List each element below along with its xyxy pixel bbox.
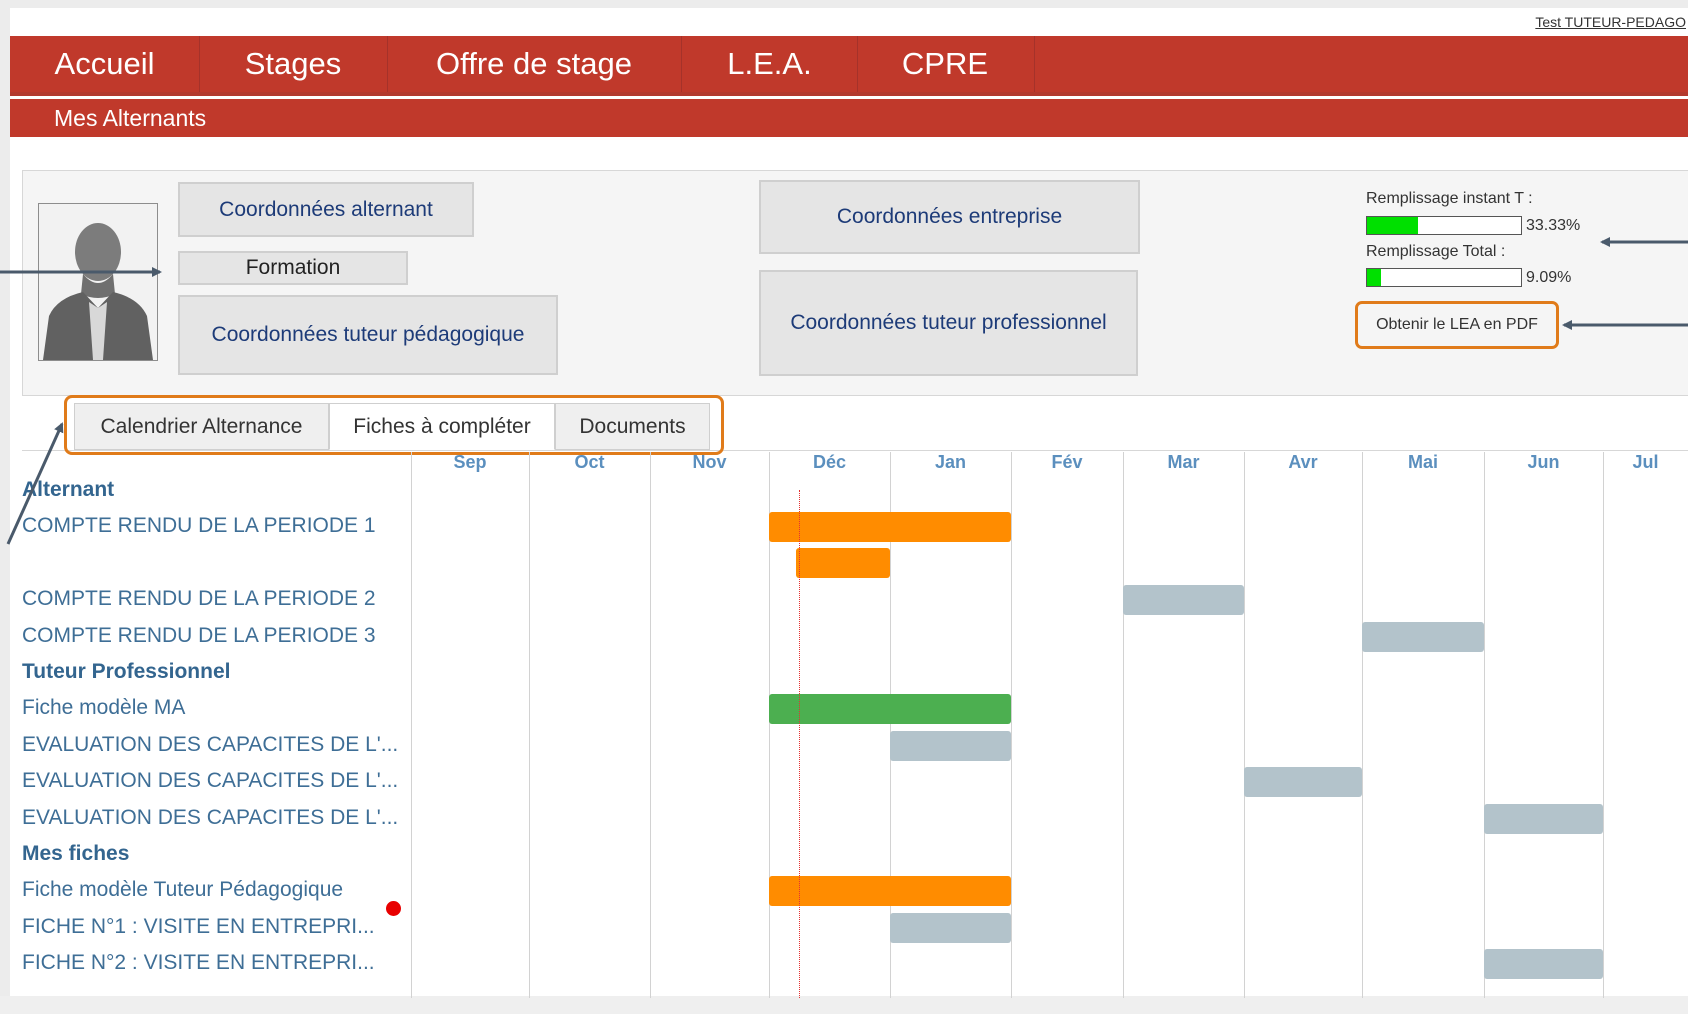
gantt-bar[interactable] bbox=[890, 731, 1011, 761]
month-label-10: Jul bbox=[1632, 452, 1659, 472]
tabs-highlight-outline bbox=[64, 395, 724, 455]
gantt-bar[interactable] bbox=[1484, 804, 1603, 834]
gantt-row-label[interactable]: Fiche modèle Tuteur Pédagogique bbox=[22, 878, 343, 902]
gantt-row-label[interactable]: COMPTE RENDU DE LA PERIODE 1 bbox=[22, 514, 376, 538]
remplissage-total-label: Remplissage Total : bbox=[1366, 243, 1506, 260]
month-gridline bbox=[1011, 452, 1012, 998]
gantt-row-label[interactable]: EVALUATION DES CAPACITES DE L'... bbox=[22, 806, 398, 830]
remplissage-instant-value: 33.33% bbox=[1526, 217, 1581, 234]
window-frame-top bbox=[0, 0, 1688, 8]
gantt-bar[interactable] bbox=[769, 876, 1011, 906]
month-gridline bbox=[411, 452, 412, 998]
nav-lea[interactable]: L.E.A. bbox=[681, 36, 858, 92]
month-label-5: Fév bbox=[1051, 452, 1083, 472]
gantt-bar[interactable] bbox=[796, 548, 890, 578]
month-label-3: Déc bbox=[812, 452, 847, 472]
month-gridline bbox=[650, 452, 651, 998]
gantt-row-label[interactable]: EVALUATION DES CAPACITES DE L'... bbox=[22, 733, 398, 757]
nav-accueil[interactable]: Accueil bbox=[10, 36, 200, 92]
gantt-row-label[interactable]: EVALUATION DES CAPACITES DE L'... bbox=[22, 769, 398, 793]
sub-nav: Mes Alternants bbox=[10, 99, 1688, 137]
gantt-row-label[interactable]: COMPTE RENDU DE LA PERIODE 2 bbox=[22, 587, 376, 611]
person-silhouette-icon bbox=[39, 204, 157, 360]
month-gridline bbox=[529, 452, 530, 998]
main-nav: Accueil Stages Offre de stage L.E.A. CPR… bbox=[10, 36, 1688, 96]
gantt-bar[interactable] bbox=[890, 913, 1011, 943]
gantt-section-header: Mes fiches bbox=[22, 842, 130, 865]
formation-button[interactable]: Formation bbox=[178, 251, 408, 285]
month-label-7: Avr bbox=[1288, 452, 1318, 472]
month-label-2: Nov bbox=[692, 452, 727, 472]
coordonnees-entreprise-button[interactable]: Coordonnées entreprise bbox=[759, 180, 1140, 254]
nav-offre-de-stage[interactable]: Offre de stage bbox=[387, 36, 682, 92]
month-label-0: Sep bbox=[453, 452, 487, 472]
avatar bbox=[38, 203, 158, 361]
gantt-bar[interactable] bbox=[769, 694, 1011, 724]
user-account-link[interactable]: Test TUTEUR-PEDAGO bbox=[1535, 14, 1686, 30]
coordonnees-tuteur-professionnel-button[interactable]: Coordonnées tuteur professionnel bbox=[759, 270, 1138, 376]
remplissage-instant-bar bbox=[1366, 216, 1522, 235]
month-gridline bbox=[1484, 452, 1485, 998]
month-gridline bbox=[1123, 452, 1124, 998]
month-label-4: Jan bbox=[934, 452, 967, 472]
pending-status-dot bbox=[386, 901, 401, 916]
nav-stages[interactable]: Stages bbox=[199, 36, 388, 92]
obtenir-lea-pdf-link[interactable]: Obtenir le LEA en PDF bbox=[1355, 301, 1559, 349]
month-label-8: Mai bbox=[1407, 452, 1438, 472]
gantt-row-label[interactable]: FICHE N°1 : VISITE EN ENTREPRI... bbox=[22, 915, 375, 939]
gantt-bar[interactable] bbox=[1484, 949, 1603, 979]
gantt-section-header: Alternant bbox=[22, 478, 115, 501]
remplissage-total-fill bbox=[1367, 269, 1381, 286]
gantt-row-label[interactable]: COMPTE RENDU DE LA PERIODE 3 bbox=[22, 624, 376, 648]
gantt-bar[interactable] bbox=[1123, 585, 1244, 615]
remplissage-instant-fill bbox=[1367, 217, 1419, 234]
gantt-section-header: Tuteur Professionnel bbox=[22, 660, 231, 683]
month-gridline bbox=[1244, 452, 1245, 998]
today-marker-line bbox=[799, 490, 800, 998]
coordonnees-alternant-button[interactable]: Coordonnées alternant bbox=[178, 182, 474, 237]
gantt-row-label[interactable]: FICHE N°2 : VISITE EN ENTREPRI... bbox=[22, 951, 375, 975]
annotation-arrows bbox=[0, 237, 1688, 545]
coordonnees-tuteur-pedagogique-button[interactable]: Coordonnées tuteur pédagogique bbox=[178, 295, 558, 375]
month-gridline bbox=[1603, 452, 1604, 998]
month-label-1: Oct bbox=[574, 452, 605, 472]
month-gridline bbox=[1362, 452, 1363, 998]
gantt-bar[interactable] bbox=[1362, 622, 1484, 652]
gantt-row-label[interactable]: Fiche modèle MA bbox=[22, 696, 185, 720]
window-frame-bottom bbox=[0, 996, 1688, 1014]
remplissage-total-value: 9.09% bbox=[1526, 269, 1572, 286]
gantt-bar[interactable] bbox=[769, 512, 1011, 542]
subnav-mes-alternants[interactable]: Mes Alternants bbox=[54, 99, 206, 137]
month-label-9: Jun bbox=[1527, 452, 1560, 472]
window-frame-left bbox=[0, 0, 10, 1014]
nav-cpre[interactable]: CPRE bbox=[856, 36, 1035, 92]
remplissage-instant-label: Remplissage instant T : bbox=[1366, 190, 1533, 207]
gantt-bar[interactable] bbox=[1244, 767, 1362, 797]
remplissage-total-bar bbox=[1366, 268, 1522, 287]
month-label-6: Mar bbox=[1167, 452, 1200, 472]
